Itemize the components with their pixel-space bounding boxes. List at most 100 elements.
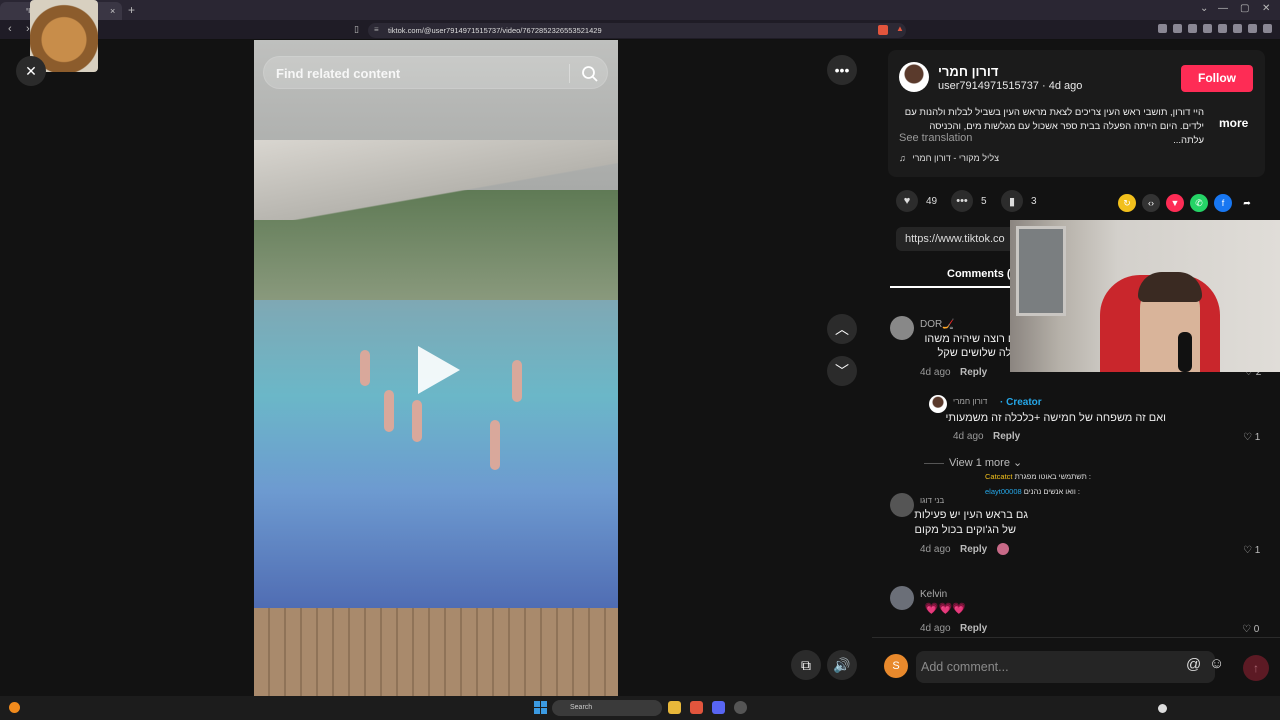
reply-button[interactable]: Reply xyxy=(960,367,987,378)
new-tab-button[interactable]: + xyxy=(128,3,135,17)
video-stage: ✕ Find related content ••• ︿ ﹀ ⧉ 🔊 xyxy=(0,0,872,696)
whatsapp-icon[interactable]: ✆ xyxy=(1190,194,1208,212)
music-icon: ♫ xyxy=(899,153,906,163)
brave-rewards-icon[interactable]: ▲ xyxy=(896,24,904,33)
close-icon: ✕ xyxy=(25,62,37,79)
previous-video-button[interactable]: ︿ xyxy=(827,314,857,344)
copy-link-field[interactable]: https://www.tiktok.co xyxy=(896,227,1026,251)
comment-like-count: 1 xyxy=(1254,432,1261,443)
comment-like[interactable]: ♡ 1 xyxy=(1243,545,1260,556)
file-explorer-icon[interactable] xyxy=(668,701,681,714)
play-icon[interactable] xyxy=(418,346,460,394)
maximize-button[interactable]: ▢ xyxy=(1240,3,1249,14)
commenter-avatar[interactable] xyxy=(890,586,914,610)
view-more-replies[interactable]: View 1 more ⌄ xyxy=(924,456,1022,469)
preview-text: תשתמשי באוטו מפגרת : xyxy=(1014,472,1091,481)
extension-icon[interactable] xyxy=(1248,24,1257,33)
embed-icon[interactable]: ‹› xyxy=(1142,194,1160,212)
commenter-avatar[interactable] xyxy=(890,493,914,517)
save-action[interactable]: ▮ 3 xyxy=(1001,190,1037,212)
comment-author[interactable]: דורון חמרי xyxy=(953,397,987,406)
video-frame-canopy xyxy=(254,140,618,220)
like-action[interactable]: ♥ 49 xyxy=(896,190,937,212)
bookmark-icon[interactable]: ▮ xyxy=(1001,190,1023,212)
pip-button[interactable]: ⧉ xyxy=(791,650,821,680)
facebook-icon[interactable]: f xyxy=(1214,194,1232,212)
menu-icon[interactable] xyxy=(1263,24,1272,33)
cloud-icon[interactable] xyxy=(1158,704,1167,713)
close-video-button[interactable]: ✕ xyxy=(16,56,46,86)
mention-icon[interactable]: @ xyxy=(1186,656,1201,673)
comment-action[interactable]: ••• 5 xyxy=(951,190,987,212)
minimize-button[interactable]: — xyxy=(1218,3,1228,14)
extension-icon[interactable] xyxy=(1218,24,1227,33)
send-to-friends-icon[interactable]: ▼ xyxy=(1166,194,1184,212)
creator-avatar[interactable] xyxy=(929,395,947,413)
discord-icon[interactable] xyxy=(712,701,725,714)
comment-like[interactable]: ♡ 0 xyxy=(1242,624,1259,635)
brave-browser-icon[interactable] xyxy=(690,701,703,714)
video-figure xyxy=(384,390,394,432)
preview-user: Catcatct xyxy=(985,472,1013,481)
user-avatar[interactable]: S xyxy=(884,654,908,678)
more-options-button[interactable]: ••• xyxy=(827,55,857,85)
tab-close-icon[interactable]: × xyxy=(110,6,115,16)
tab-search-icon[interactable]: ⌄ xyxy=(1200,3,1208,14)
extension-icons xyxy=(1158,24,1272,33)
follow-button[interactable]: Follow xyxy=(1181,65,1253,92)
heart-icon[interactable]: ♥ xyxy=(896,190,918,212)
music-link[interactable]: ♫ צליל מקורי - דורון חמרי xyxy=(899,153,999,163)
comment-like[interactable]: ♡ 1 xyxy=(1243,432,1260,443)
repost-icon[interactable]: ↻ xyxy=(1118,194,1136,212)
comment-author[interactable]: בני דוגו xyxy=(920,496,944,505)
comment-text: של הג'וקים בכול מקום xyxy=(914,524,1017,536)
window-close-button[interactable]: ✕ xyxy=(1262,3,1270,14)
description-more-link[interactable]: more xyxy=(1219,116,1248,130)
comment-input[interactable]: Add comment... xyxy=(916,651,1215,683)
video-frame-pavement xyxy=(254,608,618,696)
commenter-avatar[interactable] xyxy=(890,316,914,340)
tab-comments[interactable]: Comments ( xyxy=(947,268,1011,280)
obs-icon[interactable] xyxy=(734,701,747,714)
reply-button[interactable]: Reply xyxy=(993,431,1020,442)
like-count: 49 xyxy=(926,195,938,207)
comment-text: ואם זה משפחה של חמישה +כלכלה זה משמעותי xyxy=(945,412,1166,424)
comment-time: 4d ago xyxy=(920,367,951,378)
author-handle: user7914971515737 · 4d ago xyxy=(938,80,1083,92)
extension-icon[interactable] xyxy=(1233,24,1242,33)
site-info-icon[interactable]: ≡ xyxy=(374,25,379,34)
emoji-icon[interactable]: ☺ xyxy=(1209,655,1224,672)
comment-icon[interactable]: ••• xyxy=(951,190,973,212)
bookmark-icon[interactable]: ▯ xyxy=(354,24,359,35)
reply-button[interactable]: Reply xyxy=(960,544,987,555)
search-icon[interactable] xyxy=(580,64,600,84)
comment-author[interactable]: DOR🏒 xyxy=(920,319,955,330)
chevron-down-icon: ﹀ xyxy=(835,363,849,379)
find-related-search[interactable]: Find related content xyxy=(263,56,608,89)
reply-button[interactable]: Reply xyxy=(960,623,987,634)
video-figure xyxy=(360,350,370,386)
volume-button[interactable]: 🔊 xyxy=(827,650,857,680)
url-text: tiktok.com/@user7914971515737/video/7672… xyxy=(388,26,602,35)
save-count: 3 xyxy=(1031,195,1037,207)
share-icon[interactable]: ➦ xyxy=(1238,194,1256,212)
start-icon[interactable] xyxy=(534,701,547,714)
widget-icon[interactable] xyxy=(9,702,20,713)
comment-author[interactable]: Kelvin xyxy=(920,589,947,600)
comment-text: 💗💗💗 xyxy=(924,603,966,615)
brave-shield-icon[interactable] xyxy=(878,25,888,35)
post-comment-button[interactable]: ↑ xyxy=(1243,655,1269,681)
reply-preview: elayt00008 וואו אנשים נהנים : xyxy=(985,487,1080,496)
extension-icon[interactable] xyxy=(1158,24,1167,33)
taskbar-search[interactable]: Search xyxy=(552,700,662,716)
next-video-button[interactable]: ﹀ xyxy=(827,356,857,386)
back-icon[interactable]: ‹ xyxy=(8,23,12,35)
extension-icon[interactable] xyxy=(1173,24,1182,33)
author-name[interactable]: דורון חמרי xyxy=(938,64,998,79)
see-translation-link[interactable]: See translation xyxy=(899,132,972,144)
search-input[interactable]: Find related content xyxy=(276,66,400,81)
extension-icon[interactable] xyxy=(1203,24,1212,33)
extension-icon[interactable] xyxy=(1188,24,1197,33)
url-field[interactable]: ≡ tiktok.com/@user7914971515737/video/76… xyxy=(368,23,906,38)
author-avatar[interactable] xyxy=(899,62,929,92)
